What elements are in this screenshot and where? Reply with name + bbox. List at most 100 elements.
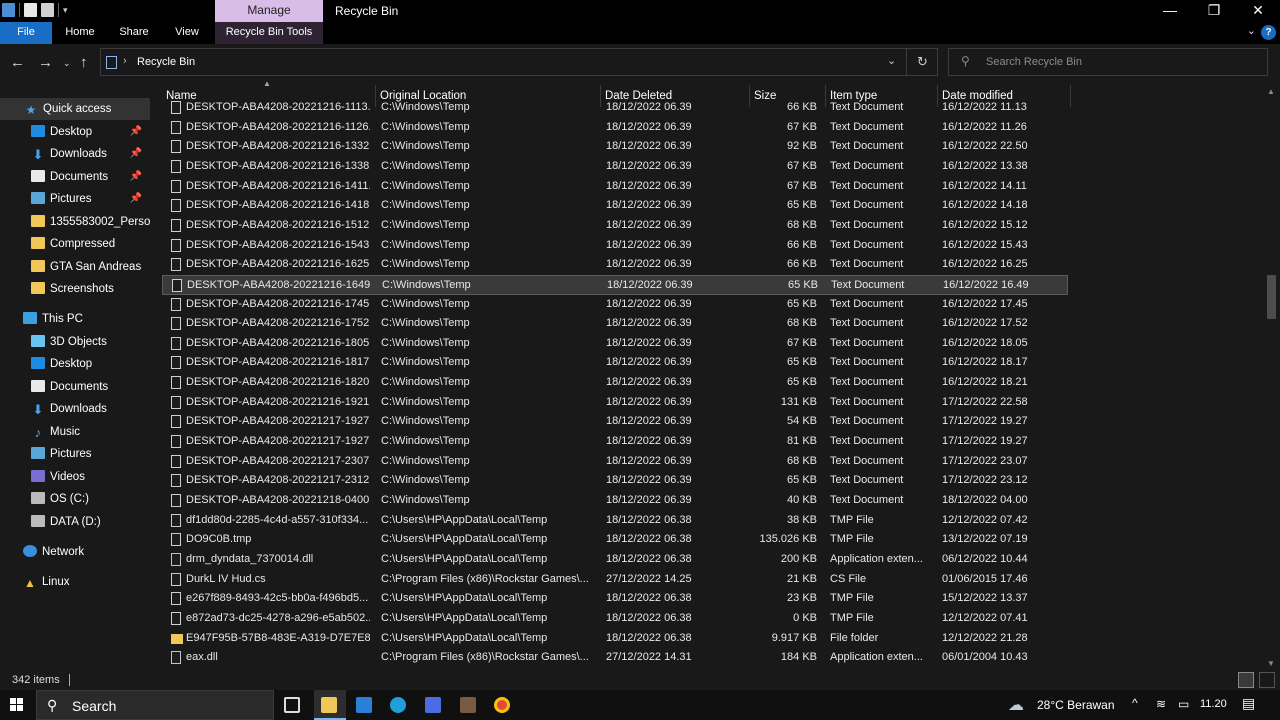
table-row[interactable]: DESKTOP-ABA4208-20221216-1745.... C:\Wind… (162, 295, 1068, 315)
breadcrumb-chevron-icon[interactable]: › (123, 55, 127, 67)
table-row[interactable]: DESKTOP-ABA4208-20221216-1411.... C:\Wind… (162, 177, 1068, 197)
scroll-down-icon[interactable]: ▼ (1267, 659, 1275, 668)
address-history-icon[interactable]: ⌄ (887, 54, 896, 67)
sidebar-item-network[interactable]: Network (0, 541, 150, 563)
table-row[interactable]: DESKTOP-ABA4208-20221216-1113.... C:\Wind… (162, 99, 1068, 118)
table-row[interactable]: DESKTOP-ABA4208-20221216-1543.... C:\Wind… (162, 236, 1068, 256)
sidebar-item-os-c[interactable]: OS (C:) (0, 488, 150, 510)
customize-toolbar-icon[interactable]: ▾ (63, 5, 68, 16)
address-bar[interactable]: › Recycle Bin ⌄ ↻ (100, 48, 938, 76)
table-row[interactable]: DESKTOP-ABA4208-20221216-1332.... C:\Wind… (162, 137, 1068, 157)
sidebar-item-downloads[interactable]: ⬇ Downloads (0, 398, 150, 420)
recent-locations-icon[interactable]: ⌄ (63, 58, 71, 69)
game-icon[interactable] (460, 697, 476, 713)
sidebar-item-label: Desktop (50, 125, 93, 138)
table-row[interactable]: drm_dyndata_7370014.dll C:\Users\HP\AppDa… (162, 550, 1068, 570)
notifications-icon[interactable]: ▤ (1242, 695, 1255, 712)
sidebar-item-compressed[interactable]: Compressed (0, 233, 150, 255)
table-row[interactable]: DurkL IV Hud.cs C:\Program Files (x86)\Ro… (162, 570, 1068, 590)
table-row[interactable]: DESKTOP-ABA4208-20221217-2312.... C:\Wind… (162, 471, 1068, 491)
star-icon: ★ (25, 103, 37, 117)
table-row[interactable]: e267f889-8493-42c5-bb0a-f496bd5... C:\Use… (162, 589, 1068, 609)
sidebar-item-data-d[interactable]: DATA (D:) (0, 511, 150, 533)
table-row[interactable]: e872ad73-dc25-4278-a296-e5ab502... C:\Use… (162, 609, 1068, 629)
sidebar-item-this-pc[interactable]: This PC (0, 308, 150, 330)
sidebar-item-pictures[interactable]: Pictures 📌 (0, 188, 150, 210)
cell-date-modified: 16/12/2022 15.12 (942, 218, 1028, 231)
table-row[interactable]: DESKTOP-ABA4208-20221216-1418.... C:\Wind… (162, 196, 1068, 216)
taskbar: ⚲ Search ☁ 28°C Berawan ^ ≋ ▭ 11.20 ▤ (0, 690, 1280, 720)
details-view-icon[interactable] (1238, 672, 1254, 688)
sidebar-item-documents[interactable]: Documents (0, 376, 150, 398)
cell-item-type: Text Document (830, 218, 904, 231)
tab-file[interactable]: File (0, 22, 52, 44)
sidebar-item-gta-san-andreas[interactable]: GTA San Andreas (0, 256, 150, 278)
table-row[interactable]: DESKTOP-ABA4208-20221216-1921.... C:\Wind… (162, 393, 1068, 413)
table-row[interactable]: DESKTOP-ABA4208-20221217-1927.... C:\Wind… (162, 432, 1068, 452)
mail-icon[interactable] (356, 697, 372, 713)
battery-icon[interactable]: ▭ (1178, 697, 1189, 711)
sidebar-item-folder[interactable]: 1355583002_Persona (0, 211, 150, 233)
sidebar-item-linux[interactable]: ▲ Linux (0, 571, 150, 593)
table-row[interactable]: DESKTOP-ABA4208-20221217-2307.... C:\Wind… (162, 452, 1068, 472)
table-row[interactable]: df1dd80d-2285-4c4d-a557-310f334... C:\Use… (162, 511, 1068, 531)
forward-arrow-icon[interactable]: → (38, 54, 53, 71)
table-row[interactable]: DESKTOP-ABA4208-20221216-1817.... C:\Wind… (162, 353, 1068, 373)
sidebar-item-documents[interactable]: Documents 📌 (0, 166, 150, 188)
breadcrumb[interactable]: Recycle Bin (137, 56, 195, 68)
tab-home[interactable]: Home (56, 22, 104, 44)
table-row[interactable]: DO9C0B.tmp C:\Users\HP\AppData\Local\Temp… (162, 530, 1068, 550)
back-arrow-icon[interactable]: ← (10, 54, 25, 71)
table-row[interactable]: DESKTOP-ABA4208-20221216-1649.... C:\Wind… (162, 274, 1068, 295)
up-arrow-icon[interactable]: ↑ (80, 54, 88, 71)
sidebar-item-3d-objects[interactable]: 3D Objects (0, 331, 150, 353)
table-row[interactable]: E947F95B-57B8-483E-A319-D7E7E8... C:\User… (162, 629, 1068, 649)
taskbar-search[interactable]: ⚲ Search (36, 690, 274, 720)
table-row[interactable]: DESKTOP-ABA4208-20221217-1927.... C:\Wind… (162, 412, 1068, 432)
table-row[interactable]: DESKTOP-ABA4208-20221216-1338.... C:\Wind… (162, 157, 1068, 177)
table-row[interactable]: DESKTOP-ABA4208-20221216-1512.... C:\Wind… (162, 216, 1068, 236)
new-folder-icon[interactable] (41, 3, 54, 17)
tab-share[interactable]: Share (111, 22, 157, 44)
expand-ribbon-icon[interactable]: ⌄ (1247, 24, 1256, 37)
large-icons-view-icon[interactable] (1259, 672, 1275, 688)
search-input[interactable]: ⚲ Search Recycle Bin (948, 48, 1268, 76)
clock[interactable]: 11.20 (1200, 698, 1227, 710)
table-row[interactable]: DESKTOP-ABA4208-20221216-1752.... C:\Wind… (162, 314, 1068, 334)
weather-text[interactable]: 28°C Berawan (1037, 698, 1115, 712)
sidebar-item-quick-access[interactable]: ★ Quick access (0, 98, 150, 120)
table-row[interactable]: DESKTOP-ABA4208-20221216-1820.... C:\Wind… (162, 373, 1068, 393)
scrollbar-thumb[interactable] (1267, 275, 1276, 319)
tab-recycle-bin-tools[interactable]: Recycle Bin Tools (215, 22, 323, 44)
chrome-icon[interactable] (494, 697, 510, 713)
table-row[interactable]: DESKTOP-ABA4208-20221216-1805.... C:\Wind… (162, 334, 1068, 354)
sidebar-item-pictures[interactable]: Pictures (0, 443, 150, 465)
table-row[interactable]: eax.dll C:\Program Files (x86)\Rockstar G… (162, 648, 1068, 668)
tab-view[interactable]: View (164, 22, 210, 44)
vertical-scrollbar[interactable]: ▲ ▼ (1264, 85, 1280, 670)
maximize-button[interactable]: ❐ (1192, 0, 1236, 22)
start-button[interactable] (0, 690, 34, 720)
minimize-button[interactable]: — (1148, 0, 1192, 22)
sidebar-item-music[interactable]: ♪ Music (0, 421, 150, 443)
help-icon[interactable]: ? (1261, 25, 1276, 40)
show-hidden-icons-icon[interactable]: ^ (1132, 696, 1138, 710)
close-button[interactable]: ✕ (1236, 0, 1280, 22)
sidebar-item-desktop[interactable]: Desktop (0, 353, 150, 375)
store-icon[interactable] (425, 697, 441, 713)
edge-icon[interactable] (390, 697, 406, 713)
sidebar-item-videos[interactable]: Videos (0, 466, 150, 488)
properties-icon[interactable] (24, 3, 37, 17)
table-row[interactable]: DESKTOP-ABA4208-20221218-0400.... C:\Wind… (162, 491, 1068, 511)
file-explorer-icon[interactable] (321, 697, 337, 713)
table-row[interactable]: DESKTOP-ABA4208-20221216-1126.... C:\Wind… (162, 118, 1068, 138)
table-row[interactable]: DESKTOP-ABA4208-20221216-1625.... C:\Wind… (162, 255, 1068, 275)
refresh-icon[interactable]: ↻ (917, 54, 928, 70)
manage-context-tab[interactable]: Manage (215, 0, 323, 22)
sidebar-item-desktop[interactable]: Desktop 📌 (0, 121, 150, 143)
sidebar-item-screenshots[interactable]: Screenshots (0, 278, 150, 300)
wifi-icon[interactable]: ≋ (1156, 697, 1166, 711)
scroll-up-icon[interactable]: ▲ (1267, 87, 1275, 96)
task-view-icon[interactable] (284, 697, 300, 713)
sidebar-item-downloads[interactable]: ⬇ Downloads 📌 (0, 143, 150, 165)
